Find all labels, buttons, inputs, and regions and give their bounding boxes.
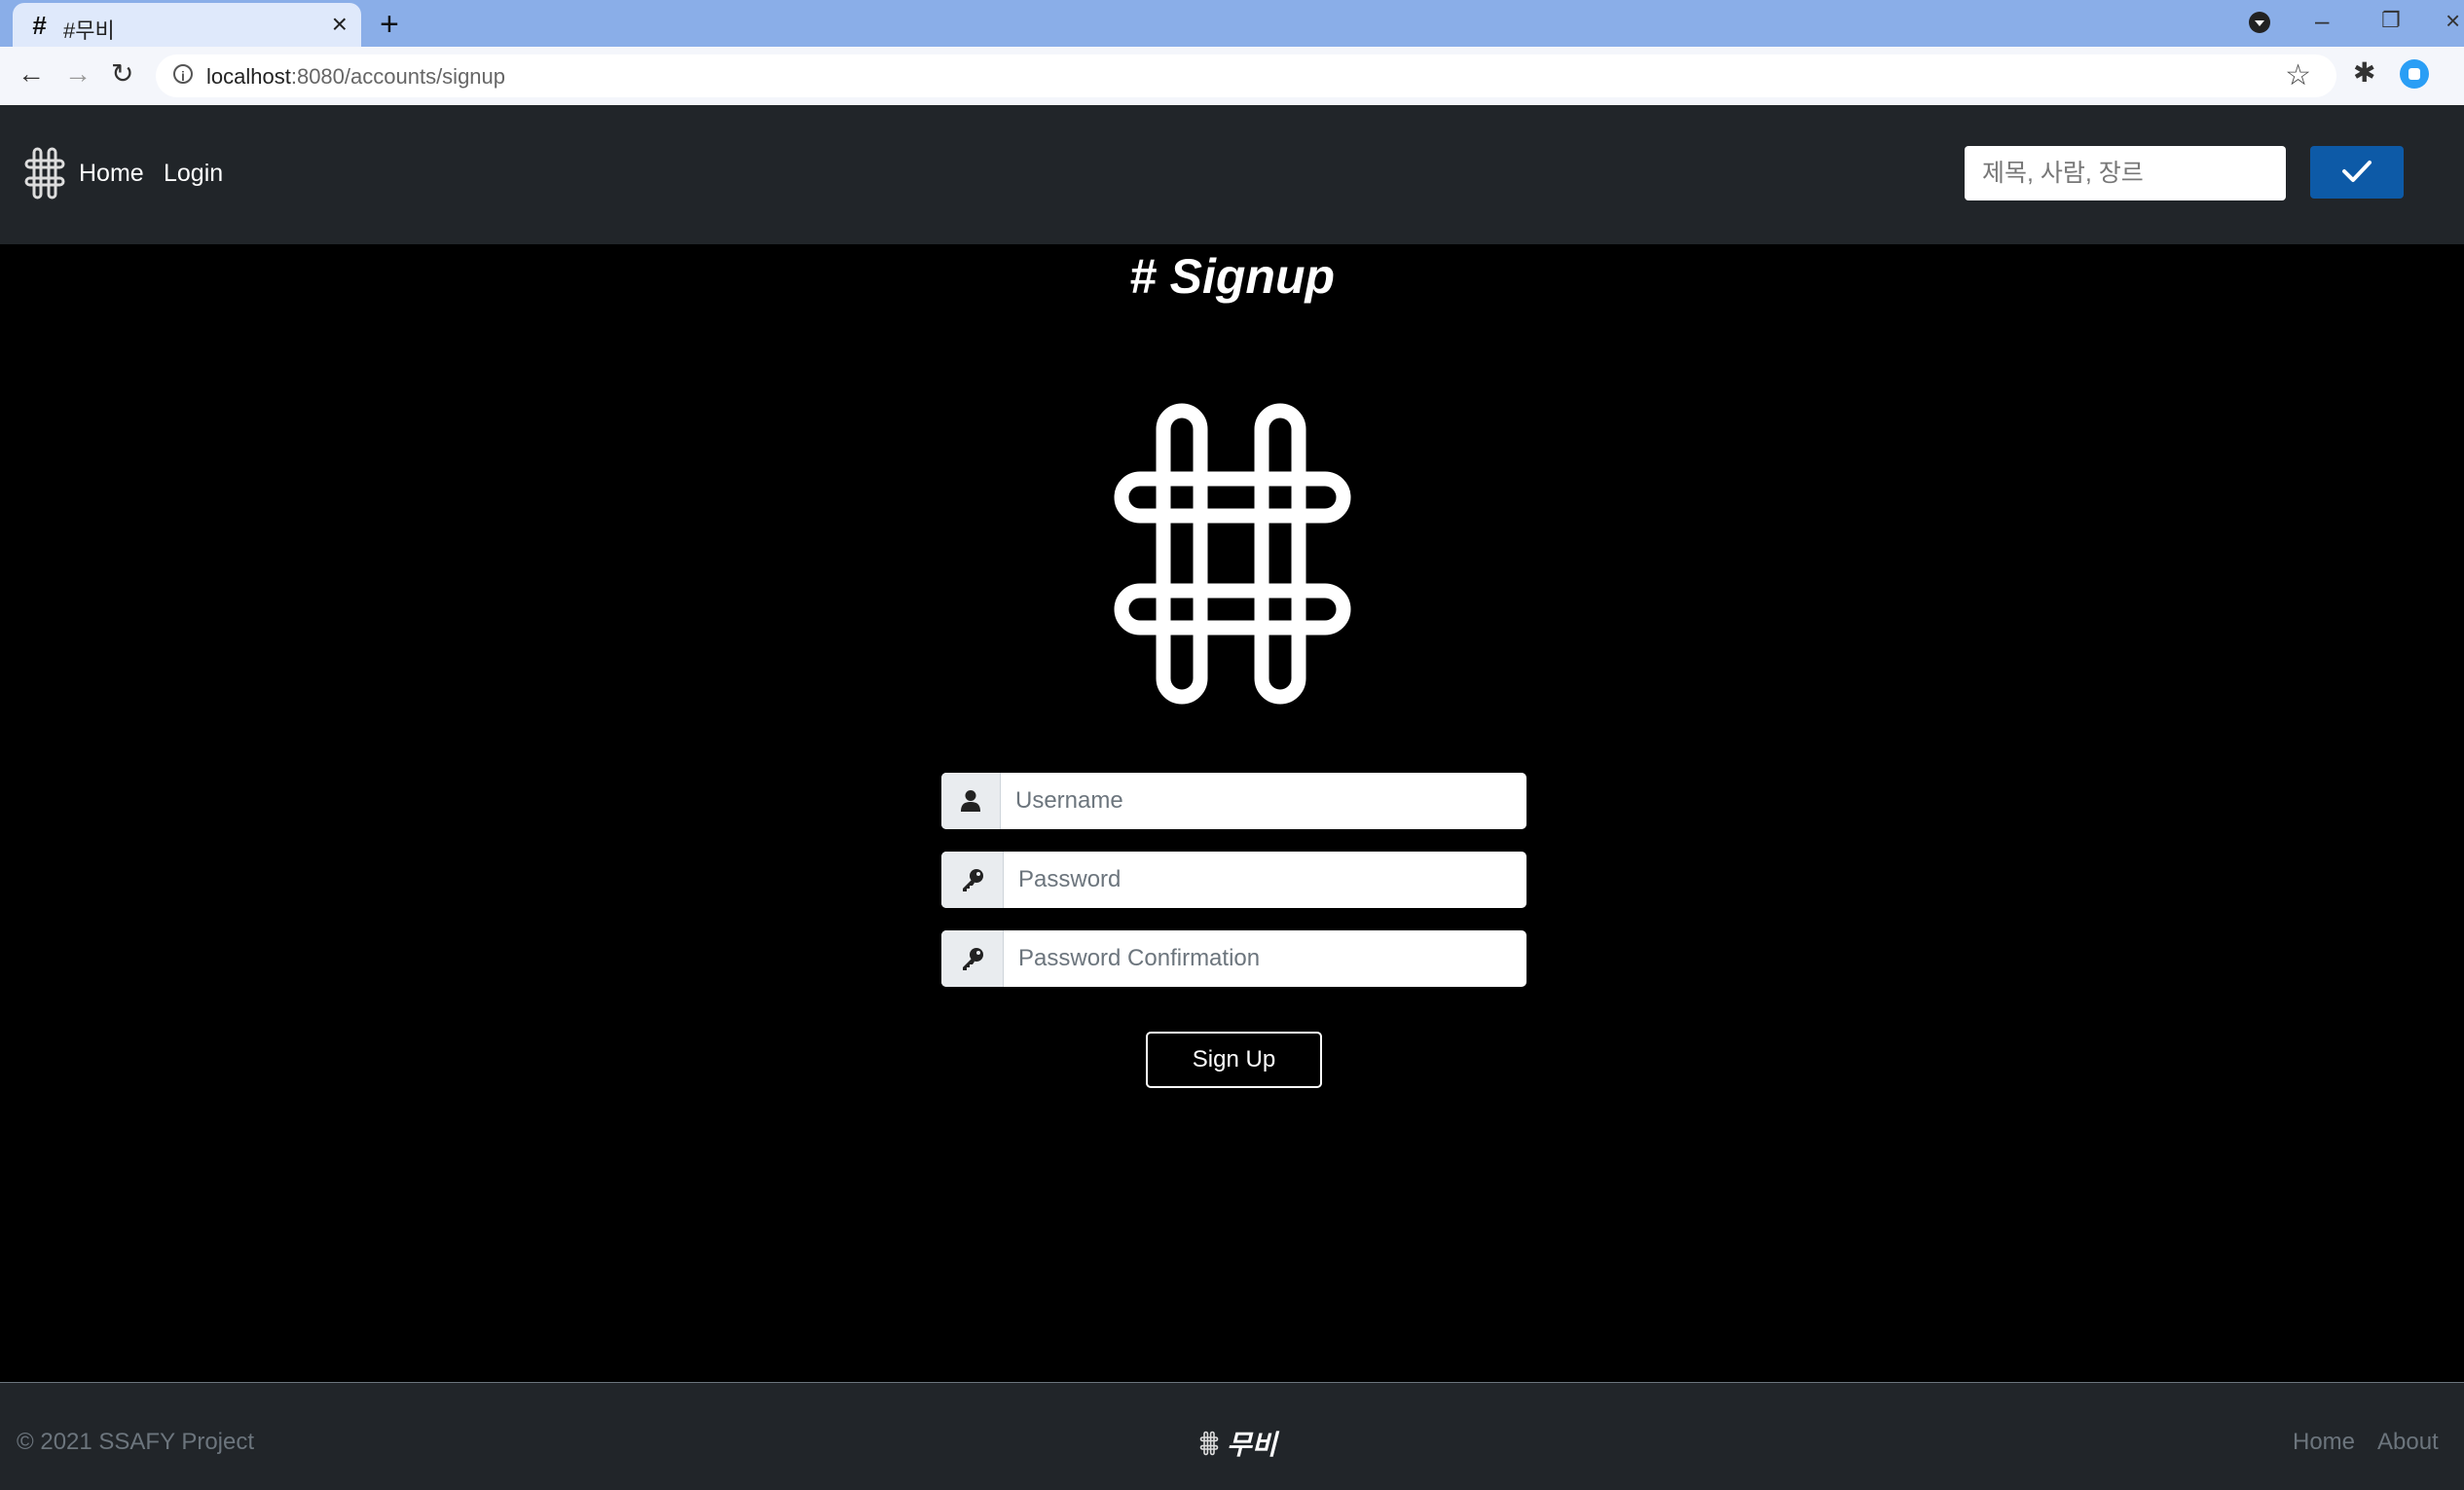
user-icon bbox=[961, 790, 980, 812]
tab-close-icon[interactable]: × bbox=[332, 11, 348, 38]
username-addon bbox=[941, 773, 1001, 829]
hash-footer-logo-icon bbox=[1199, 1431, 1219, 1456]
bookmark-star-icon[interactable]: ☆ bbox=[2285, 58, 2311, 92]
footer-link-about[interactable]: About bbox=[2377, 1429, 2439, 1456]
new-tab-icon[interactable]: + bbox=[380, 8, 399, 41]
tab-title: #무비 bbox=[63, 18, 115, 43]
password-field[interactable] bbox=[1003, 852, 1526, 908]
nav-link-login[interactable]: Login bbox=[164, 160, 223, 188]
close-window-icon[interactable]: × bbox=[2446, 6, 2460, 36]
site-info-icon[interactable]: i bbox=[173, 64, 193, 84]
password-confirmation-group bbox=[941, 930, 1526, 987]
forward-icon[interactable]: → bbox=[64, 58, 92, 90]
browser-tab[interactable]: # #무비 × bbox=[13, 3, 361, 47]
footer-brand-label: 무비 bbox=[1227, 1430, 1277, 1460]
password-confirmation-field[interactable] bbox=[1003, 930, 1526, 987]
search-submit-button[interactable] bbox=[2310, 146, 2404, 199]
username-group bbox=[941, 773, 1526, 829]
browser-tab-bar: # #무비 × + – ❐ × bbox=[0, 0, 2464, 47]
back-icon[interactable]: ← bbox=[18, 58, 45, 90]
url-host: localhost bbox=[206, 64, 291, 89]
page-title: # Signup bbox=[1128, 249, 1336, 304]
search-input[interactable] bbox=[1965, 146, 2286, 200]
address-bar[interactable]: i localhost:8080/accounts/signup ☆ bbox=[156, 55, 2336, 97]
username-field[interactable] bbox=[1000, 773, 1526, 829]
reload-icon[interactable]: ↻ bbox=[111, 58, 133, 90]
tab-favicon-icon: # bbox=[32, 11, 47, 40]
footer: © 2021 SSAFY Project 무비 Home About bbox=[0, 1382, 2464, 1490]
check-icon bbox=[2342, 160, 2372, 182]
browser-toolbar: ← → ↻ i localhost:8080/accounts/signup ☆… bbox=[0, 47, 2464, 106]
address-url[interactable]: localhost:8080/accounts/signup bbox=[206, 64, 505, 90]
key-icon bbox=[962, 869, 983, 891]
footer-copyright: © 2021 SSAFY Project bbox=[17, 1429, 255, 1455]
footer-brand[interactable]: 무비 bbox=[1199, 1424, 1277, 1463]
hash-logo-icon[interactable] bbox=[23, 146, 66, 200]
restore-icon[interactable]: ❐ bbox=[2381, 8, 2401, 33]
password-addon bbox=[941, 852, 1004, 908]
password-group bbox=[941, 852, 1526, 908]
password-confirmation-addon bbox=[941, 930, 1004, 987]
nav-link-home[interactable]: Home bbox=[79, 160, 144, 188]
key-icon bbox=[962, 948, 983, 970]
extensions-puzzle-icon[interactable]: ✱ bbox=[2353, 56, 2375, 89]
url-path: :8080/accounts/signup bbox=[290, 64, 506, 89]
signup-button[interactable]: Sign Up bbox=[1146, 1032, 1322, 1088]
app-navbar: Home Login bbox=[0, 105, 2464, 244]
hash-hero-logo-icon bbox=[1114, 403, 1351, 705]
extension-icon[interactable] bbox=[2400, 59, 2429, 89]
minimize-icon[interactable]: – bbox=[2315, 6, 2329, 36]
profile-dropdown-icon[interactable] bbox=[2249, 12, 2270, 33]
footer-link-home[interactable]: Home bbox=[2293, 1429, 2355, 1456]
